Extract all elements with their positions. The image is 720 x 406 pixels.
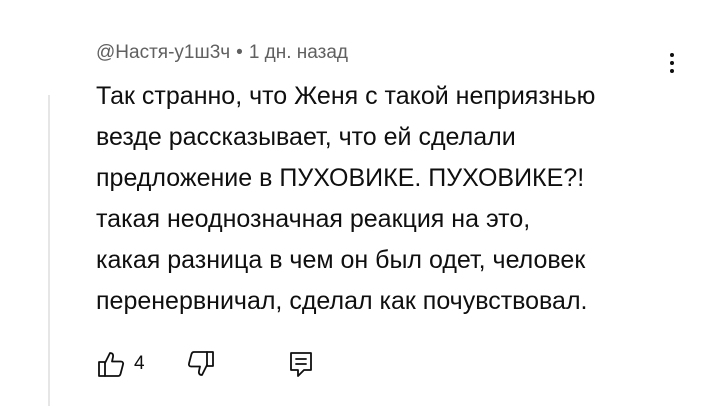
comment-line: везде рассказывает, что ей сделали — [96, 123, 516, 151]
comment: @Настя-у1ш3ч • 1 дн. назад Так странно, чт… — [96, 38, 696, 322]
comment-line: такая неоднозначная реакция на это, — [96, 205, 531, 233]
author-name[interactable]: @Настя-у1ш3ч — [96, 42, 230, 63]
meta-separator: • — [236, 42, 243, 63]
dislike-button[interactable] — [186, 349, 286, 379]
comment-meta: @Настя-у1ш3ч • 1 дн. назад — [96, 38, 696, 68]
reply-button[interactable] — [286, 349, 326, 379]
comment-line: какая разница в чем он был одет, человек — [96, 246, 586, 274]
like-button[interactable]: 4 — [96, 349, 186, 379]
thumbs-down-icon — [187, 351, 214, 376]
more-vertical-icon — [670, 53, 674, 57]
comment-actions: 4 — [96, 346, 326, 382]
thread-line — [48, 95, 50, 406]
more-options-button[interactable] — [660, 48, 684, 78]
reply-icon — [290, 352, 312, 377]
comment-text: Так странно, что Женя с такой неприязнью… — [96, 76, 666, 322]
comment-line: Так странно, что Женя с такой неприязнью — [96, 82, 596, 110]
comment-line: предложение в ПУХОВИКЕ. ПУХОВИКЕ?! — [96, 164, 585, 192]
more-vertical-icon-dot — [670, 69, 674, 73]
comment-line: перенервничал, сделал как почувствовал. — [96, 287, 588, 315]
more-vertical-icon-dot — [670, 61, 674, 65]
like-count: 4 — [134, 353, 145, 374]
comment-time[interactable]: 1 дн. назад — [249, 42, 348, 63]
thumbs-up-icon — [98, 352, 125, 377]
